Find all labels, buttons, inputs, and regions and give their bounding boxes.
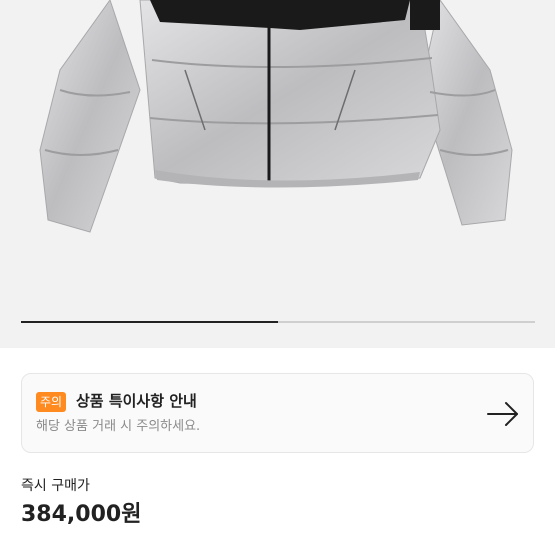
instant-buy-price: 384,000원 — [21, 502, 142, 527]
caution-badge: 주의 — [36, 392, 67, 412]
product-notice-card[interactable]: 주의 상품 특이사항 안내 해당 상품 거래 시 주의하세요. — [21, 373, 534, 453]
gallery-progress-fill — [21, 321, 278, 323]
gallery-progress-bar — [21, 321, 535, 323]
puffer-jacket-image — [39, 0, 513, 233]
product-image[interactable] — [0, 0, 555, 348]
notice-title: 상품 특이사항 안내 — [76, 392, 197, 410]
notice-description: 해당 상품 거래 시 주의하세요. — [36, 419, 201, 434]
arrow-right-icon[interactable] — [486, 400, 520, 432]
instant-buy-label: 즉시 구매가 — [21, 478, 90, 494]
